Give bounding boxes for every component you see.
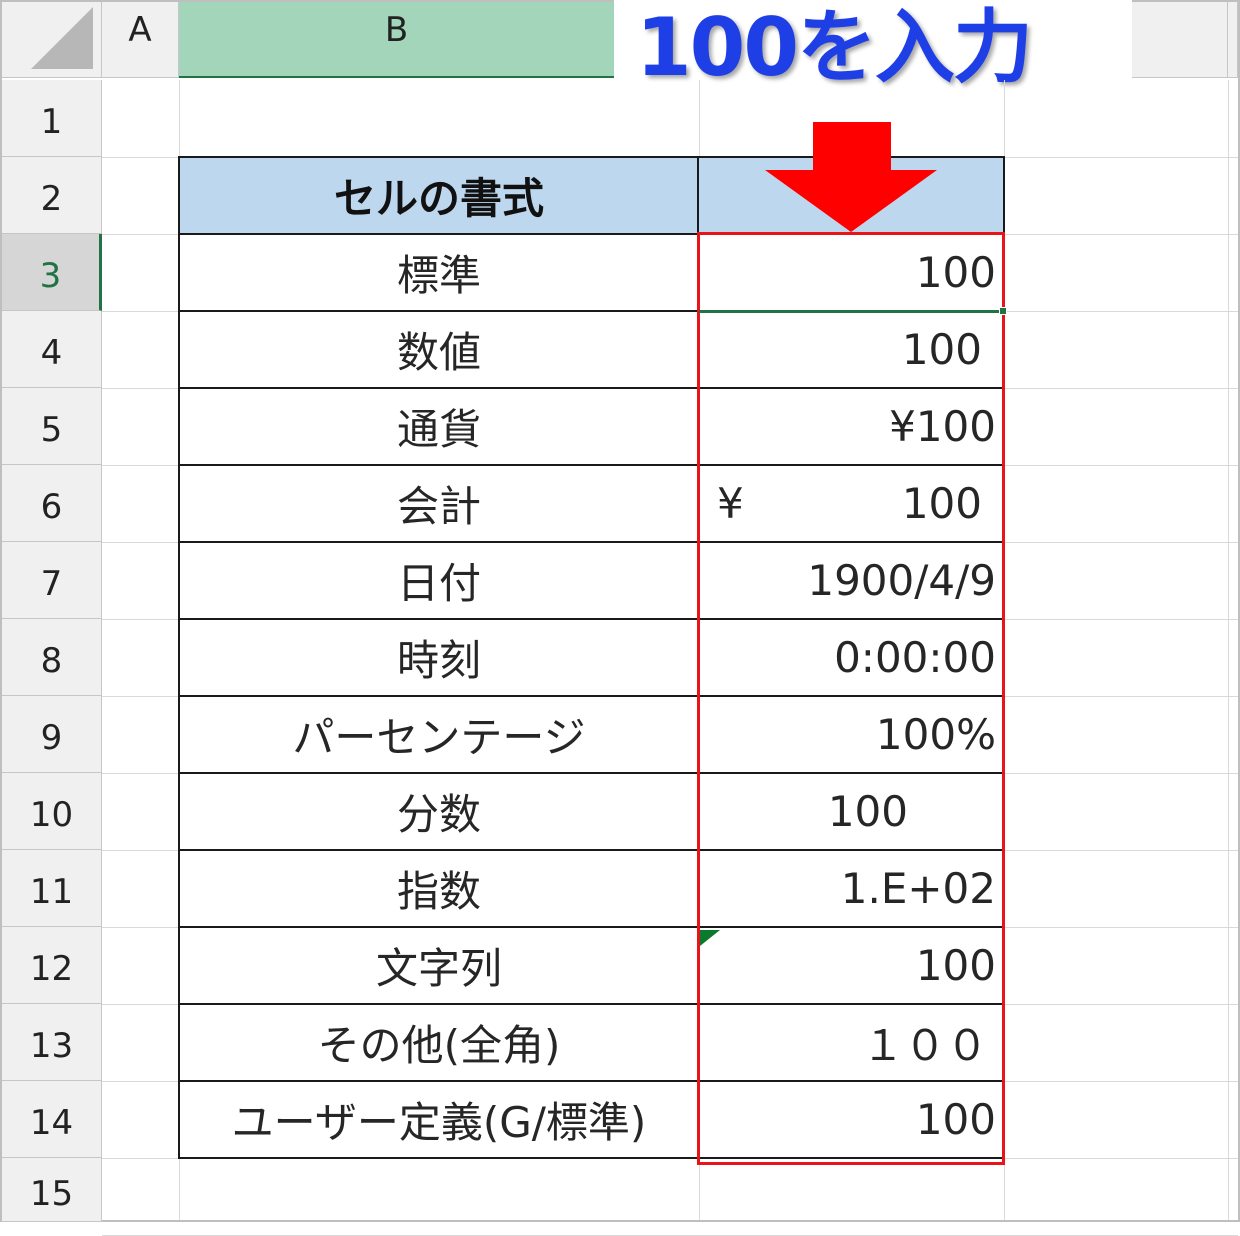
- format-label-cell[interactable]: ユーザー定義(G/標準): [179, 1081, 699, 1158]
- row-header-12[interactable]: 12: [2, 927, 102, 1004]
- column-header-a[interactable]: A: [102, 2, 179, 78]
- format-label-cell[interactable]: 文字列: [179, 927, 699, 1004]
- row-header-14[interactable]: 14: [2, 1081, 102, 1158]
- row-header-8[interactable]: 8: [2, 619, 102, 696]
- row-header-4[interactable]: 4: [2, 311, 102, 388]
- format-label-cell[interactable]: 指数: [179, 850, 699, 927]
- column-header-f[interactable]: [1228, 2, 1238, 78]
- format-label-cell[interactable]: 標準: [179, 234, 699, 311]
- fill-handle[interactable]: [999, 307, 1007, 315]
- active-cell-border: [699, 310, 1002, 313]
- format-label-cell[interactable]: 時刻: [179, 619, 699, 696]
- row-header-2[interactable]: 2: [2, 157, 102, 234]
- row-header-15[interactable]: 15: [2, 1158, 102, 1222]
- format-label-cell[interactable]: 数値: [179, 311, 699, 388]
- row-header-1[interactable]: 1: [2, 80, 102, 157]
- format-label-cell[interactable]: 分数: [179, 773, 699, 850]
- row-header-7[interactable]: 7: [2, 542, 102, 619]
- row-header-11[interactable]: 11: [2, 850, 102, 927]
- select-all-corner[interactable]: [2, 2, 102, 78]
- format-label-cell[interactable]: 会計: [179, 465, 699, 542]
- row-header-6[interactable]: 6: [2, 465, 102, 542]
- format-label-cell[interactable]: その他(全角): [179, 1004, 699, 1081]
- row-header-5[interactable]: 5: [2, 388, 102, 465]
- format-label-cell[interactable]: 日付: [179, 542, 699, 619]
- down-arrow-icon: [765, 122, 937, 232]
- gridline-v: [1228, 80, 1229, 1220]
- row-header-3[interactable]: 3: [2, 234, 102, 311]
- select-all-triangle-icon: [31, 7, 93, 69]
- error-indicator-icon[interactable]: [700, 930, 722, 948]
- format-label-cell[interactable]: パーセンテージ: [179, 696, 699, 773]
- table-header-format[interactable]: セルの書式: [179, 157, 699, 234]
- value-column-highlight: [697, 232, 1005, 1165]
- row-header-9[interactable]: 9: [2, 696, 102, 773]
- row-header-13[interactable]: 13: [2, 1004, 102, 1081]
- format-label-cell[interactable]: 通貨: [179, 388, 699, 465]
- column-header-b[interactable]: B: [179, 2, 615, 78]
- row-header-10[interactable]: 10: [2, 773, 102, 850]
- table-border-v: [178, 156, 180, 1159]
- banner-title: 100を入力: [636, 1, 1033, 94]
- column-header-e[interactable]: [1132, 2, 1228, 78]
